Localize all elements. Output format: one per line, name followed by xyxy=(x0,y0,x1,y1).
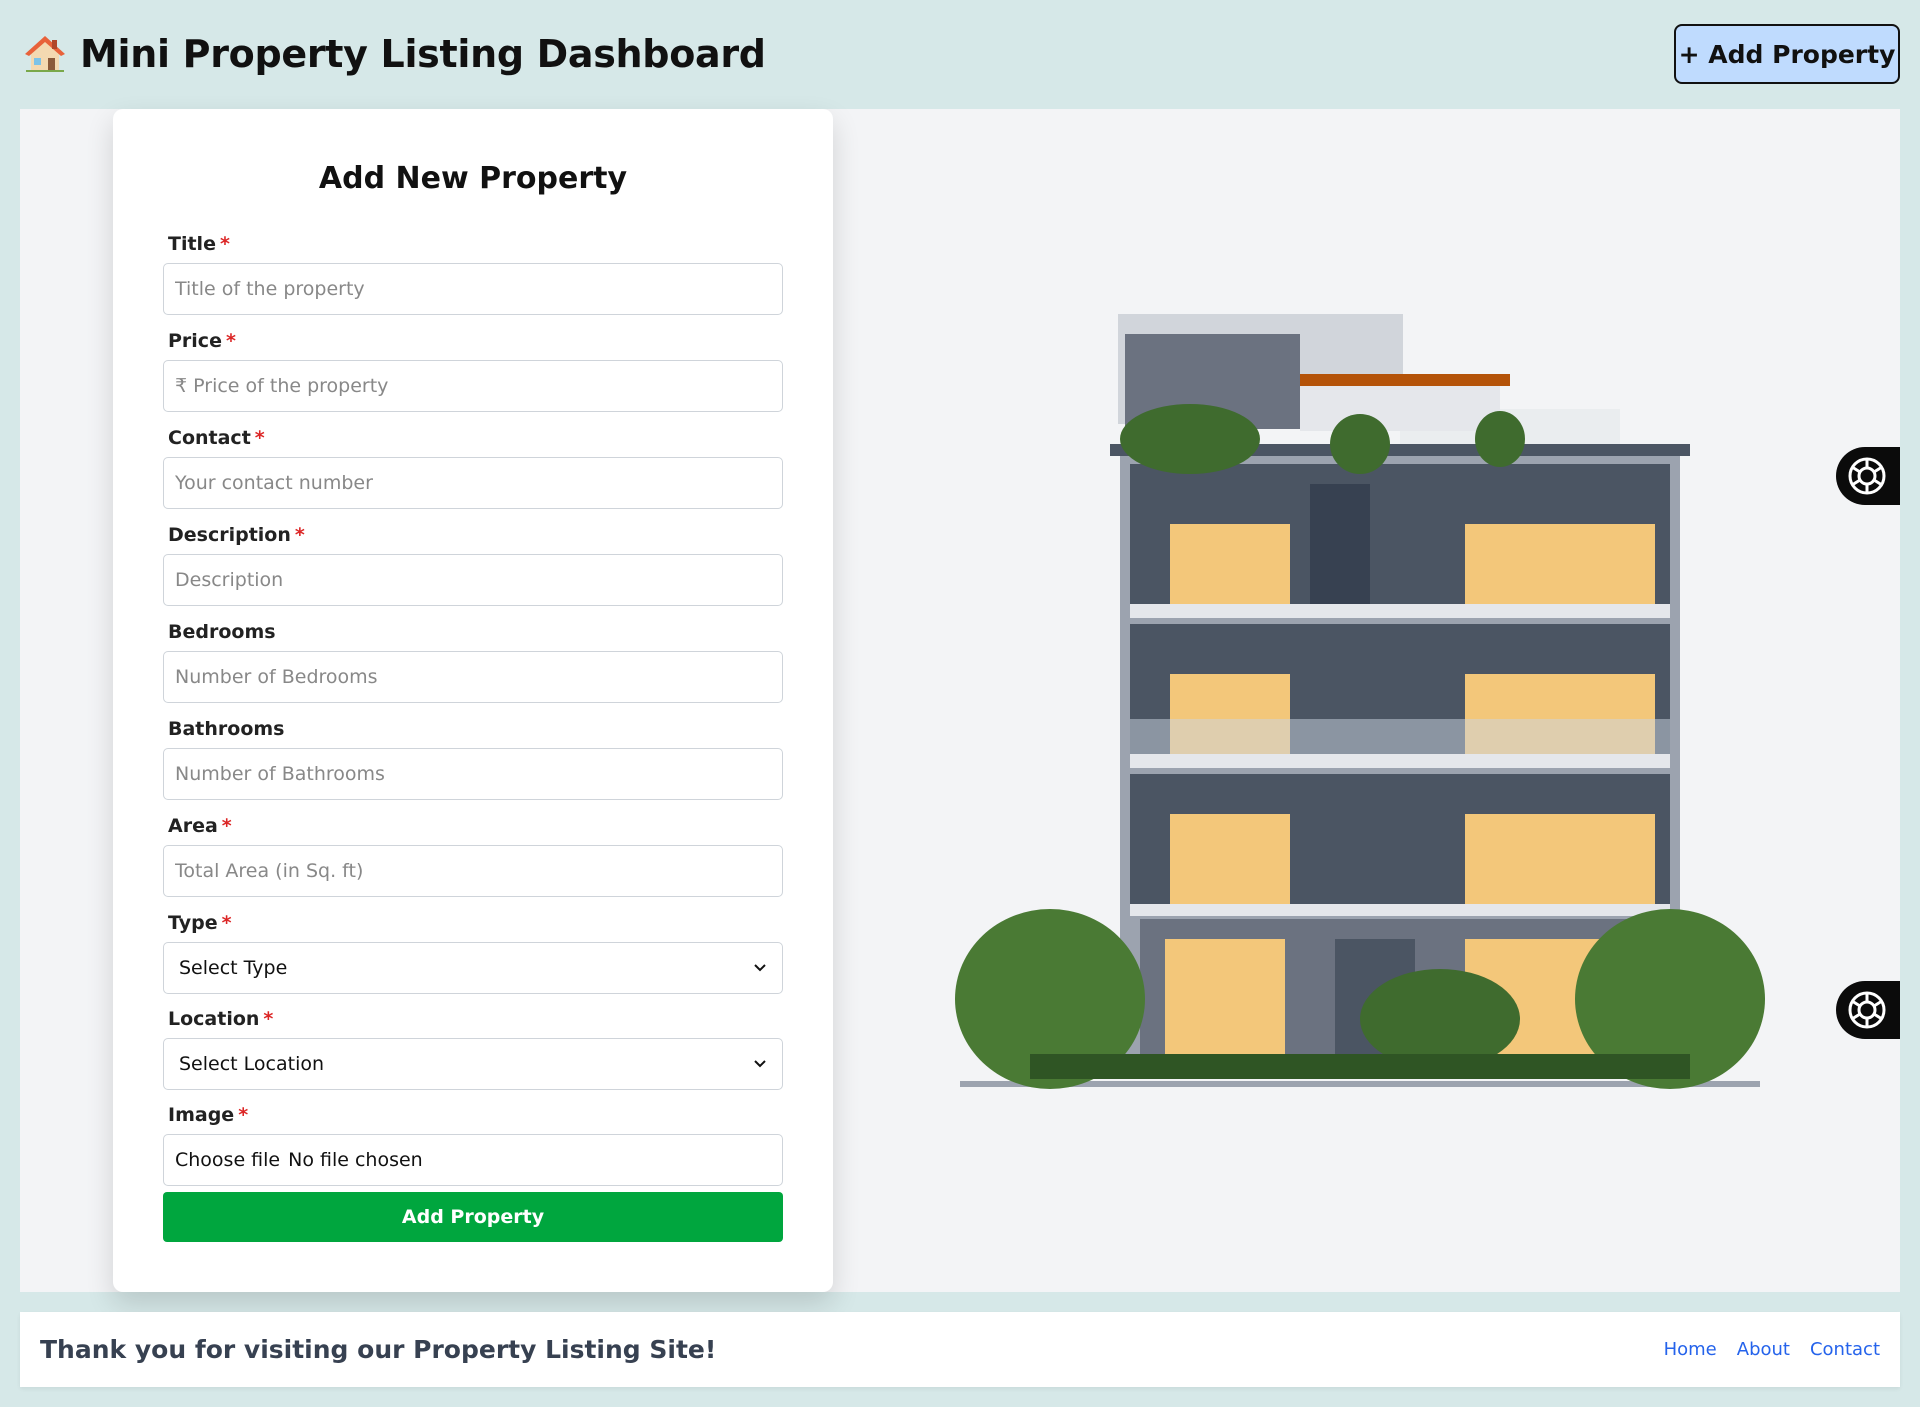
main-content: Add New Property Title* Price* Contact* … xyxy=(20,109,1900,1292)
field-contact: Contact * xyxy=(163,425,783,509)
contact-input[interactable] xyxy=(163,457,783,509)
field-title: Title * xyxy=(163,231,783,315)
submit-add-property-button[interactable]: Add Property xyxy=(163,1192,783,1242)
price-input[interactable] xyxy=(163,360,783,412)
field-label: Contact xyxy=(168,427,251,449)
field-bedrooms: Bedrooms xyxy=(163,619,783,703)
footer-link-about[interactable]: About xyxy=(1737,1339,1790,1360)
field-label: Description xyxy=(168,524,291,546)
footer-message: Thank you for visiting our Property List… xyxy=(40,1335,717,1364)
field-price: Price * xyxy=(163,328,783,412)
field-type: Type * Select Type xyxy=(163,910,783,994)
required-marker: * xyxy=(219,233,230,255)
title-input[interactable] xyxy=(163,263,783,315)
footer-nav: Home About Contact xyxy=(1664,1339,1880,1360)
field-image: Image * Choose file No file chosen xyxy=(163,1102,783,1186)
add-property-form: Add New Property Title* Price* Contact* … xyxy=(113,109,833,1292)
type-select[interactable]: Select Type xyxy=(163,942,783,994)
field-label: Price xyxy=(168,330,222,352)
brand: Mini Property Listing Dashboard xyxy=(24,32,766,76)
house-icon xyxy=(24,34,66,74)
required-marker: * xyxy=(263,1008,274,1030)
chevron-down-icon xyxy=(754,964,766,972)
assistant-widget-button[interactable] xyxy=(1836,981,1900,1039)
footer-link-contact[interactable]: Contact xyxy=(1810,1339,1880,1360)
chevron-down-icon xyxy=(754,1060,766,1068)
openai-icon xyxy=(1848,457,1886,495)
field-label: Location xyxy=(168,1008,260,1030)
bedrooms-input[interactable] xyxy=(163,651,783,703)
add-property-button[interactable]: + Add Property xyxy=(1674,24,1900,84)
field-label: Bathrooms xyxy=(168,718,285,740)
field-bathrooms: Bathrooms xyxy=(163,716,783,800)
area-input[interactable] xyxy=(163,845,783,897)
header: Mini Property Listing Dashboard + Add Pr… xyxy=(0,0,1920,108)
location-select[interactable]: Select Location xyxy=(163,1038,783,1090)
form-heading: Add New Property xyxy=(318,161,628,196)
field-label: Area xyxy=(168,815,218,837)
type-select-value: Select Type xyxy=(179,957,288,979)
field-label: Image xyxy=(168,1104,235,1126)
field-label: Type xyxy=(168,912,218,934)
choose-file-button[interactable]: Choose file xyxy=(175,1149,280,1171)
field-description: Description * xyxy=(163,522,783,606)
field-label: Bedrooms xyxy=(168,621,276,643)
location-select-value: Select Location xyxy=(179,1053,325,1075)
file-status: No file chosen xyxy=(288,1149,423,1171)
footer-link-home[interactable]: Home xyxy=(1664,1339,1717,1360)
required-marker: * xyxy=(221,912,232,934)
assistant-widget-button[interactable] xyxy=(1836,447,1900,505)
description-input[interactable] xyxy=(163,554,783,606)
bathrooms-input[interactable] xyxy=(163,748,783,800)
footer: Thank you for visiting our Property List… xyxy=(20,1312,1900,1387)
required-marker: * xyxy=(238,1104,249,1126)
required-marker: * xyxy=(221,815,232,837)
field-area: Area * xyxy=(163,813,783,897)
image-file-input[interactable]: Choose file No file chosen xyxy=(163,1134,783,1186)
page-title: Mini Property Listing Dashboard xyxy=(80,32,766,76)
building-image xyxy=(955,314,1765,1089)
required-marker: * xyxy=(254,427,265,449)
required-marker: * xyxy=(225,330,236,352)
field-label: Title xyxy=(168,233,216,255)
required-marker: * xyxy=(294,524,305,546)
field-location: Location * Select Location xyxy=(163,1006,783,1090)
openai-icon xyxy=(1848,991,1886,1029)
